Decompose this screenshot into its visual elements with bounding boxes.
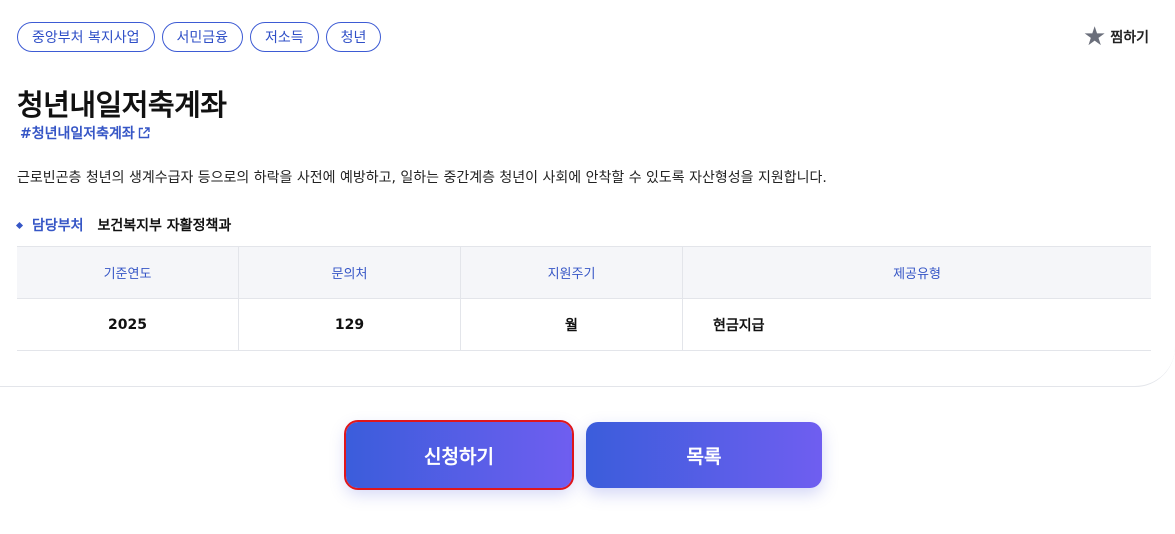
hashtag-link[interactable]: #청년내일저축계좌 [20, 123, 150, 143]
action-buttons: 신청하기 목록 [344, 420, 822, 490]
star-icon: ★ [1083, 22, 1107, 52]
list-button[interactable]: 목록 [586, 422, 822, 488]
cell-contact: 129 [238, 298, 461, 351]
cell-provision-type: 현금지급 [682, 298, 1151, 351]
apply-button[interactable]: 신청하기 [344, 420, 574, 490]
external-link-icon [138, 127, 150, 139]
page-title: 청년내일저축계좌 [17, 88, 227, 122]
table-row: 2025 129 월 현금지급 [17, 298, 1151, 351]
info-table: 기준연도 문의처 지원주기 제공유형 2025 129 월 현금지급 [17, 246, 1151, 351]
cell-base-year: 2025 [17, 298, 239, 351]
tag-low-income[interactable]: 저소득 [250, 22, 319, 52]
header-support-cycle: 지원주기 [460, 246, 683, 299]
hashtag-label: #청년내일저축계좌 [20, 126, 135, 142]
department-info: 담당부처 보건복지부 자활정책과 [15, 215, 232, 235]
bullet-icon [15, 221, 24, 229]
cell-support-cycle: 월 [460, 298, 683, 351]
program-card: 중앙부처 복지사업 서민금융 저소득 청년 ★ 찜하기 청년내일저축계좌 #청년… [0, 0, 1175, 387]
favorite-label: 찜하기 [1110, 30, 1149, 46]
table-header-row: 기준연도 문의처 지원주기 제공유형 [17, 246, 1151, 299]
header-contact: 문의처 [238, 246, 461, 299]
header-provision-type: 제공유형 [682, 246, 1151, 299]
program-description: 근로빈곤층 청년의 생계수급자 등으로의 하락을 사전에 예방하고, 일하는 중… [17, 170, 827, 186]
tag-central-welfare[interactable]: 중앙부처 복지사업 [17, 22, 155, 52]
favorite-button[interactable]: ★ 찜하기 [1083, 24, 1149, 50]
department-value: 보건복지부 자활정책과 [97, 218, 232, 234]
tag-youth[interactable]: 청년 [325, 22, 382, 52]
department-label: 담당부처 [32, 218, 84, 234]
header-base-year: 기준연도 [17, 246, 239, 299]
tag-finance[interactable]: 서민금융 [161, 22, 244, 52]
tag-list: 중앙부처 복지사업 서민금융 저소득 청년 [17, 22, 382, 52]
